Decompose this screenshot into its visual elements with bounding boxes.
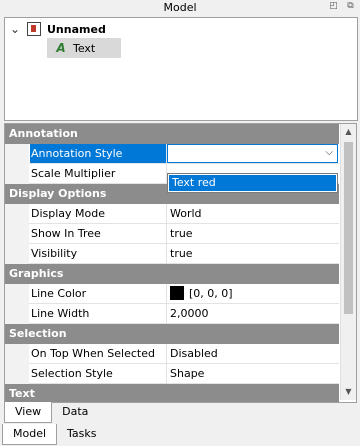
scroll-up-icon[interactable]: ▲ [341,124,356,140]
color-swatch[interactable] [170,286,184,300]
dropdown-option[interactable]: Text red [169,175,336,191]
group-annotation[interactable]: Annotation [5,124,339,144]
float-icon[interactable]: ◰ [328,1,339,12]
prop-line-color[interactable]: Line Color [0, 0, 0] [5,284,339,304]
prop-value[interactable]: true [169,244,193,263]
text-object-icon: A [56,41,66,55]
vertical-scrollbar[interactable]: ▲ ▼ [340,124,356,400]
prop-value[interactable]: true [169,224,193,243]
scroll-down-icon[interactable]: ▼ [341,384,356,400]
group-selection[interactable]: Selection [5,324,339,344]
prop-value[interactable]: Shape [169,364,204,383]
prop-value[interactable]: 2,0000 [169,304,209,323]
prop-value[interactable]: World [169,204,202,223]
close-icon[interactable]: ⧉ [345,1,356,12]
property-tabs: View Data [4,402,98,423]
prop-value[interactable]: [0, 0, 0] [169,284,233,303]
prop-show-in-tree[interactable]: Show In Tree true [5,224,339,244]
annotation-style-select[interactable]: ⌵ [167,144,338,163]
prop-name: Display Mode [31,207,106,220]
panel-titlebar: Model ◰ ⧉ [0,0,360,16]
prop-name: Scale Multiplier [31,167,116,180]
prop-name: On Top When Selected [31,347,155,360]
group-text[interactable]: Text [5,384,339,402]
document-icon [27,22,41,36]
combo-view-tabs: Model Tasks [2,424,107,445]
prop-selection-style[interactable]: Selection Style Shape [5,364,339,384]
property-editor: Annotation Annotation Style ⌵ Scale Mult… [4,123,357,403]
tree-item-label: Unnamed [47,22,106,36]
tab-data[interactable]: Data [52,402,98,422]
chevron-down-icon[interactable]: ⌄ [7,22,23,36]
prop-name: Show In Tree [31,227,101,240]
tree-item-document[interactable]: ⌄ Unnamed [7,19,106,39]
scrollbar-thumb[interactable] [344,142,353,314]
group-graphics[interactable]: Graphics [5,264,339,284]
prop-name: Annotation Style [30,144,166,163]
prop-display-mode[interactable]: Display Mode World [5,204,339,224]
color-value: [0, 0, 0] [189,287,233,300]
tab-view[interactable]: View [4,402,53,423]
prop-on-top-when-selected[interactable]: On Top When Selected Disabled [5,344,339,364]
prop-name: Selection Style [31,367,113,380]
tree-item-text[interactable]: A Text [47,38,121,58]
prop-visibility[interactable]: Visibility true [5,244,339,264]
annotation-style-dropdown: Text red [167,173,338,193]
model-tree: ⌄ Unnamed A Text [4,17,358,121]
prop-line-width[interactable]: Line Width 2,0000 [5,304,339,324]
chevron-down-icon[interactable]: ⌵ [325,147,333,158]
prop-name: Line Color [31,287,87,300]
prop-value[interactable]: Disabled [169,344,218,363]
tab-tasks[interactable]: Tasks [57,424,106,444]
panel-title: Model [163,1,197,14]
tree-item-label: Text [73,41,96,55]
prop-name: Line Width [31,307,90,320]
tab-model[interactable]: Model [2,424,58,445]
prop-name: Visibility [31,247,78,260]
